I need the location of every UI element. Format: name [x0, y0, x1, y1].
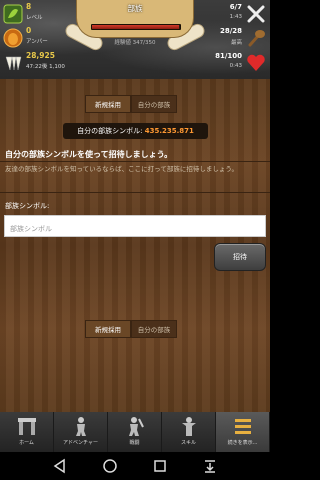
level-label: レベル: [26, 15, 43, 21]
food-timer: 47:22後 1,100: [26, 64, 65, 70]
level-value: 8: [26, 2, 32, 11]
divider: [0, 192, 270, 193]
amber-value: 0: [26, 26, 32, 35]
xp-bar-fill: [92, 25, 180, 29]
nav-adventure-label: アドベンチャー: [63, 440, 98, 446]
recents-icon[interactable]: [152, 458, 168, 474]
tab-bar-bottom: 新規採用 自分の部族: [85, 320, 177, 338]
stamina-stat[interactable]: 28/28 最高: [200, 26, 270, 50]
tab-bar-top: 新規採用 自分の部族: [85, 95, 177, 113]
tribe-symbol-input[interactable]: [5, 219, 265, 239]
crossed-bones-icon: [247, 5, 265, 23]
nav-battle-label: 戦闘: [129, 440, 140, 446]
adventurer-icon: [75, 417, 86, 436]
tribe-symbol-number: 435.235.871: [144, 127, 194, 135]
notification-drawer-icon[interactable]: [202, 458, 218, 474]
nav-home-label: ホーム: [19, 440, 34, 446]
more-menu-icon: [234, 419, 251, 434]
level-leaf-icon: [3, 4, 23, 24]
food-stat[interactable]: 28,925 47:22後 1,100: [0, 51, 72, 75]
stonehenge-icon: [17, 418, 36, 435]
skill-figure-icon: [181, 417, 196, 436]
heart-icon: [247, 54, 265, 71]
health-stat[interactable]: 81/100 0:43: [200, 51, 270, 75]
stamina-value: 28/28: [219, 27, 242, 35]
tribe-panel: 新規採用 自分の部族 自分の部族シンボル: 435.235.871 自分の部族シ…: [0, 79, 270, 412]
page-title: 部族: [127, 4, 143, 13]
xp-bar: [91, 24, 181, 30]
tab-new-recruit[interactable]: 新規採用: [85, 95, 131, 113]
divider: [0, 161, 270, 162]
tribe-symbol-field: [4, 215, 266, 239]
nav-adventure[interactable]: アドベンチャー: [54, 412, 108, 452]
nav-skills[interactable]: スキル: [162, 412, 216, 452]
level-stat[interactable]: 8 レベル: [0, 2, 72, 26]
system-nav-bar: [0, 452, 270, 480]
nav-more-label: 続きを表示...: [227, 440, 258, 446]
top-hud: 8 レベル 0 アンバー 28,925 47:22後 1,100 部族 経験値 …: [0, 0, 270, 79]
nav-home[interactable]: ホーム: [0, 412, 54, 452]
health-timer: 0:43: [229, 63, 242, 69]
energy-stat[interactable]: 6/7 1:43: [200, 2, 270, 26]
nav-battle[interactable]: 戦闘: [108, 412, 162, 452]
nav-skills-label: スキル: [180, 440, 196, 446]
tribe-symbol-display: 自分の部族シンボル: 435.235.871: [63, 123, 208, 139]
hud-right-stats: 6/7 1:43 28/28 最高 81/100 0:43: [200, 0, 270, 79]
home-icon[interactable]: [102, 458, 118, 474]
tab-my-tribe[interactable]: 自分の部族: [131, 95, 177, 113]
health-value: 81/100: [215, 52, 242, 60]
food-value: 28,925: [26, 51, 55, 60]
stamina-label: 最高: [230, 40, 242, 46]
invite-heading: 自分の部族シンボルを使って招待しましょう。: [5, 150, 173, 159]
energy-timer: 1:43: [229, 14, 242, 20]
invite-button[interactable]: 招待: [214, 243, 266, 271]
tribe-symbol-field-label: 部族シンボル:: [5, 202, 50, 210]
club-icon: [248, 30, 265, 47]
tribe-symbol-label: 自分の部族シンボル:: [77, 127, 143, 135]
nav-more[interactable]: 続きを表示...: [216, 412, 270, 452]
title-banner: 部族: [76, 0, 194, 38]
bottom-nav: ホーム アドベンチャー 戦闘 スキル 続きを表示...: [0, 412, 270, 452]
tab-new-recruit[interactable]: 新規採用: [85, 320, 131, 338]
fighter-icon: [128, 417, 144, 436]
back-icon[interactable]: [52, 458, 68, 474]
invite-description: 友達の部族シンボルを知っているならば、ここに打って部族に招待しましょう。: [5, 165, 238, 173]
teeth-icon: [5, 56, 22, 71]
tab-my-tribe[interactable]: 自分の部族: [131, 320, 177, 338]
energy-value: 6/7: [229, 3, 242, 11]
